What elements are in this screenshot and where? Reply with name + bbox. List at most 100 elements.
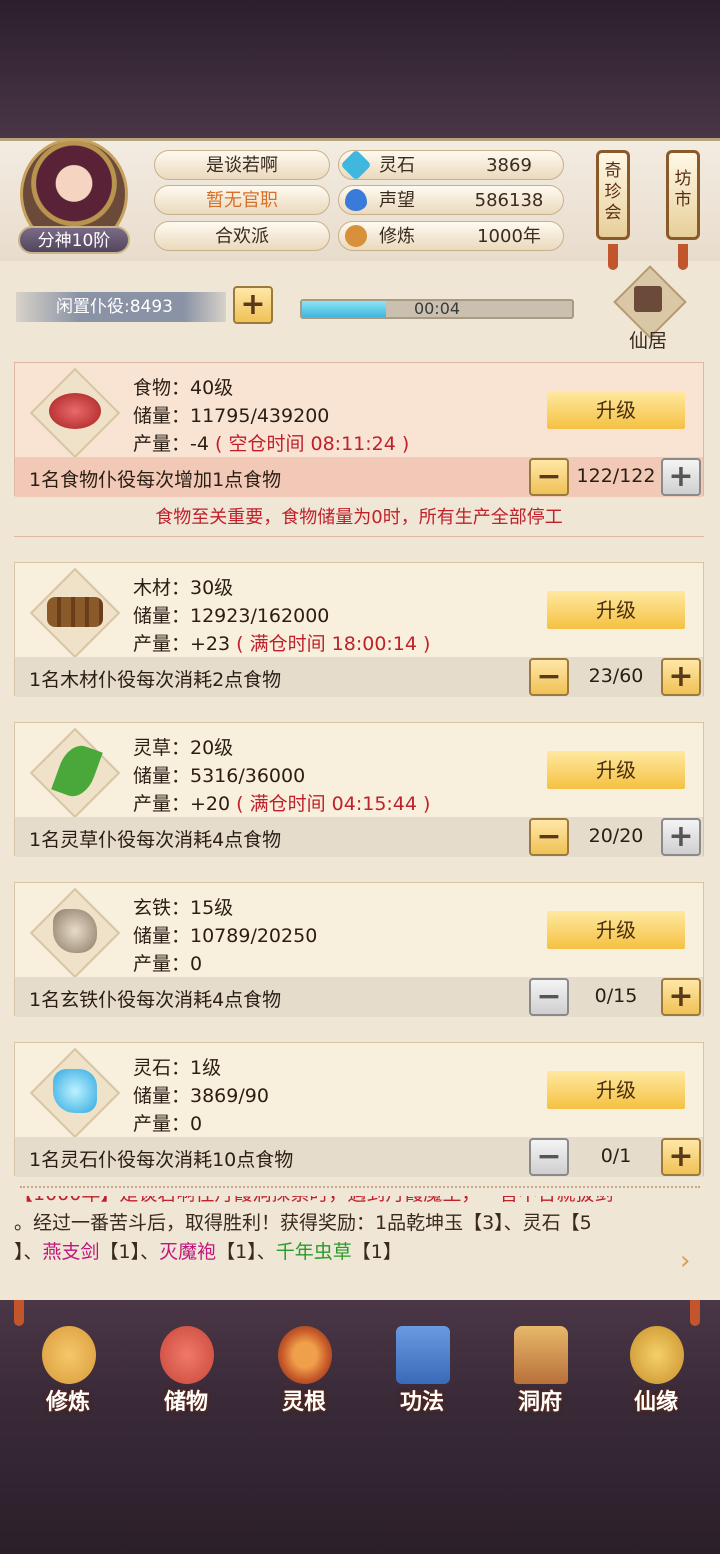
rank-badge: 分神10阶	[18, 226, 130, 254]
resource-output: 产量：+23	[133, 633, 231, 655]
resource-name: 灵草：20级	[133, 737, 234, 759]
resource-card-spirit-stone: 灵石：1级 储量：3869/90 产量：0 升级 1名灵石仆役每次消耗10点食物…	[14, 1042, 704, 1177]
reward-item: 千年虫草	[275, 1241, 352, 1263]
iron-ore-icon	[29, 887, 121, 979]
pavilion-icon	[634, 286, 662, 312]
servant-count: 20/20	[588, 825, 644, 847]
add-servant-button[interactable]: +	[233, 286, 273, 324]
nav-label: 灵根	[281, 1390, 326, 1415]
log-line: 【1000年】是谈若啊往丹霞洞探索时，遇到丹霞魔王，一言不合就拔剑	[14, 1196, 704, 1209]
stat-label: 灵石	[379, 155, 415, 176]
top-background	[0, 0, 720, 140]
tassel-decoration	[678, 244, 688, 270]
servant-description: 1名玄铁仆役每次消耗4点食物	[29, 989, 282, 1011]
stat-value: 586138	[474, 190, 544, 211]
servant-description: 1名灵草仆役每次消耗4点食物	[29, 829, 282, 851]
divider-decoration	[20, 1186, 700, 1194]
servant-count: 122/122	[576, 465, 656, 487]
resource-output: 产量：0	[133, 953, 203, 975]
resource-storage: 储量：5316/36000	[133, 765, 306, 787]
nav-label: 修炼	[45, 1390, 90, 1415]
resource-output: 产量：0	[133, 1113, 203, 1135]
log-text: 【1】	[351, 1241, 402, 1263]
increase-servant-button[interactable]: +	[661, 818, 701, 856]
nav-label: 功法	[399, 1390, 444, 1415]
market-label: 坊市	[674, 169, 692, 210]
player-name: 是谈若啊	[154, 150, 330, 180]
upgrade-button[interactable]: 升级	[547, 751, 685, 789]
reward-item: 灭魔袍	[159, 1241, 217, 1263]
market-button[interactable]: 坊市	[666, 150, 700, 240]
timer-progress-bar: 00:04	[300, 299, 574, 319]
decrease-servant-button[interactable]: −	[529, 978, 569, 1016]
meat-icon	[29, 367, 121, 459]
upgrade-button[interactable]: 升级	[547, 591, 685, 629]
nav-spirit-root[interactable]: 灵根	[254, 1318, 354, 1418]
cultivation-icon	[345, 225, 367, 247]
nav-label: 储物	[163, 1390, 208, 1415]
resource-output: 产量：+20	[133, 793, 231, 815]
upgrade-button[interactable]: 升级	[547, 911, 685, 949]
upgrade-button[interactable]: 升级	[547, 1071, 685, 1109]
stat-spirit-stone: 灵石 3869	[338, 149, 564, 181]
nav-storage[interactable]: 储物	[136, 1318, 236, 1418]
tassel-decoration	[608, 244, 618, 270]
servant-count: 23/60	[588, 665, 644, 687]
resource-card-iron: 玄铁：15级 储量：10789/20250 产量：0 升级 1名玄铁仆役每次消耗…	[14, 882, 704, 1017]
event-log[interactable]: 【1000年】是谈若啊往丹霞洞探索时，遇到丹霞魔王，一言不合就拔剑 。经过一番苦…	[14, 1196, 704, 1296]
treasure-fair-button[interactable]: 奇珍会	[596, 150, 630, 240]
increase-servant-button[interactable]: +	[661, 658, 701, 696]
increase-servant-button[interactable]: +	[661, 1138, 701, 1176]
log-text: 】、	[14, 1241, 43, 1263]
gourd-icon	[630, 1326, 684, 1384]
log-text: 【1】、	[216, 1241, 276, 1263]
xianju-label: 仙居	[628, 330, 667, 352]
decrease-servant-button[interactable]: −	[529, 458, 569, 496]
idle-servants: 闲置仆役:8493	[16, 292, 226, 322]
nav-cultivate[interactable]: 修炼	[18, 1318, 118, 1418]
spirit-crystal-icon	[29, 1047, 121, 1139]
nav-label: 仙缘	[633, 1390, 678, 1415]
wood-icon	[29, 567, 121, 659]
resource-name: 玄铁：15级	[133, 897, 234, 919]
increase-servant-button[interactable]: +	[661, 458, 701, 496]
resource-name: 食物：40级	[133, 377, 234, 399]
nav-label: 洞府	[517, 1390, 562, 1415]
cultivate-monk-icon	[42, 1326, 96, 1384]
stat-cultivation: 修炼 1000年	[338, 221, 564, 251]
resource-output-note: ( 满仓时间 18:00:14 )	[236, 633, 431, 655]
nav-cave-house[interactable]: 洞府	[490, 1318, 590, 1418]
stat-value: 3869	[486, 155, 532, 176]
decrease-servant-button[interactable]: −	[529, 818, 569, 856]
resource-output-note: ( 空仓时间 08:11:24 )	[215, 433, 410, 455]
resource-card-herb: 灵草：20级 储量：5316/36000 产量：+20 ( 满仓时间 04:15…	[14, 722, 704, 857]
nav-fortune[interactable]: 仙缘	[606, 1318, 706, 1418]
log-line: 。经过一番苦斗后，取得胜利！获得奖励：1品乾坤玉【3】、灵石【5	[14, 1212, 592, 1234]
decrease-servant-button[interactable]: −	[529, 658, 569, 696]
decrease-servant-button[interactable]: −	[529, 1138, 569, 1176]
official-title: 暂无官职	[154, 185, 330, 215]
storage-bag-icon	[160, 1326, 214, 1384]
servant-description: 1名灵石仆役每次消耗10点食物	[29, 1149, 294, 1171]
nav-skills[interactable]: 功法	[372, 1318, 472, 1418]
resource-storage: 储量：10789/20250	[133, 925, 318, 947]
resource-name: 灵石：1级	[133, 1057, 222, 1079]
treasure-fair-label: 奇珍会	[604, 161, 622, 223]
xianju-button[interactable]: 仙居	[612, 265, 687, 352]
resource-storage: 储量：12923/162000	[133, 605, 330, 627]
servant-description: 1名木材仆役每次消耗2点食物	[29, 669, 282, 691]
sect-name: 合欢派	[154, 221, 330, 251]
upgrade-button[interactable]: 升级	[547, 391, 685, 429]
resource-card-wood: 木材：30级 储量：12923/162000 产量：+23 ( 满仓时间 18:…	[14, 562, 704, 697]
log-text: 【1】、	[99, 1241, 160, 1263]
reputation-icon	[345, 189, 367, 211]
reward-item: 燕支剑	[42, 1241, 100, 1263]
food-warning: 食物至关重要，食物储量为0时，所有生产全部停工	[14, 500, 704, 537]
log-line: 】、燕支剑【1】、灭魔袍【1】、千年虫草【1】	[14, 1238, 704, 1267]
increase-servant-button[interactable]: +	[661, 978, 701, 1016]
resource-storage: 储量：3869/90	[133, 1085, 269, 1107]
chevron-right-icon[interactable]: ›	[680, 1246, 690, 1276]
servant-count: 0/15	[594, 985, 638, 1007]
herb-icon	[29, 727, 121, 819]
resource-name: 木材：30级	[133, 577, 234, 599]
